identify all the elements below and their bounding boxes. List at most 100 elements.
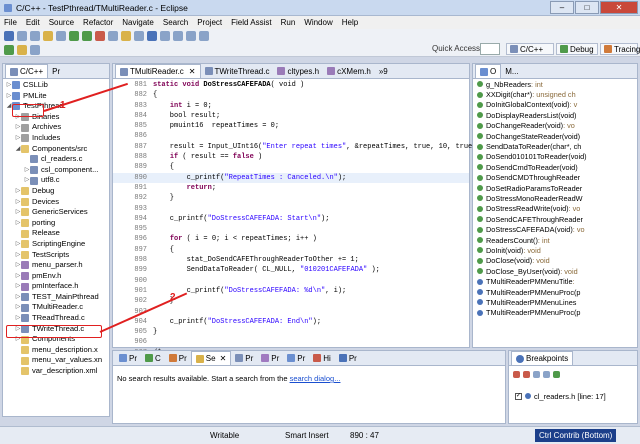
tab-project-explorer[interactable]: Pr (48, 64, 64, 78)
tree-item[interactable]: ▷ porting (3, 218, 109, 229)
menu-item[interactable]: Source (49, 18, 74, 27)
line-ruler[interactable] (113, 224, 121, 234)
tree-item[interactable]: ▷ csl_component... (3, 165, 109, 176)
outline-item[interactable]: DoClose_ByUser(void) : void (473, 266, 637, 276)
menu-item[interactable]: Field Assist (231, 18, 271, 27)
outline-item[interactable]: TMultiReaderPMMenuProc(p (473, 287, 637, 297)
new-icon[interactable] (4, 31, 14, 41)
line-ruler[interactable] (113, 234, 121, 244)
code-line[interactable]: 903 (113, 307, 469, 317)
outline-item[interactable]: DoStressReadWrite(void) : vo (473, 204, 637, 214)
line-ruler[interactable] (113, 193, 121, 203)
tree-item[interactable]: Release (3, 228, 109, 239)
line-ruler[interactable] (113, 276, 121, 286)
line-ruler[interactable] (113, 131, 121, 141)
breakpoint-checkbox[interactable]: ✓ (515, 392, 522, 400)
tree-item[interactable]: ▷ Includes (3, 133, 109, 144)
code-line[interactable]: 885 pmuint16 repeatTimes = 0; (113, 121, 469, 131)
tree-item[interactable]: ▷ TMultiReader.c (3, 302, 109, 313)
step-into-icon[interactable] (4, 45, 14, 55)
tree-item[interactable]: cl_readers.c (3, 154, 109, 165)
bottom-tab[interactable]: C (141, 351, 165, 365)
code-line[interactable]: 889 { (113, 162, 469, 172)
line-ruler[interactable] (113, 142, 121, 152)
tree-item[interactable]: ▷ utf8.c (3, 175, 109, 186)
menu-item[interactable]: Project (197, 18, 222, 27)
editor-tab[interactable]: cXMem.h (323, 64, 375, 78)
editor-tab[interactable]: cltypes.h (273, 64, 323, 78)
tree-item[interactable]: ▷ Archives (3, 122, 109, 133)
code-line[interactable]: 901 c_printf("DoStressCAFEFADA: %d\n", i… (113, 286, 469, 296)
code-line[interactable]: 891 return; (113, 183, 469, 193)
skip-all-icon[interactable] (553, 370, 560, 378)
debug-icon[interactable] (69, 31, 79, 41)
bottom-tab[interactable]: Pr (231, 351, 257, 365)
code-line[interactable]: 888 if ( result == false ) (113, 152, 469, 162)
menu-item[interactable]: Edit (26, 18, 40, 27)
code-line[interactable]: 894 c_printf("DoStressCAFEFADA: Start\n"… (113, 214, 469, 224)
line-ruler[interactable] (113, 255, 121, 265)
line-ruler[interactable] (113, 173, 121, 183)
bottom-tab[interactable]: Pr (165, 351, 191, 365)
perspective-tracing[interactable]: Tracing (600, 43, 640, 55)
search-icon[interactable] (134, 31, 144, 41)
code-line[interactable]: 895 (113, 224, 469, 234)
close-window-button[interactable]: ✕ (600, 1, 638, 14)
line-ruler[interactable] (113, 296, 121, 306)
line-ruler[interactable] (113, 121, 121, 131)
perspective-cpp[interactable]: C/C++ (506, 43, 554, 55)
outline-item[interactable]: DoChangeReader(void) : vo (473, 121, 637, 131)
tree-item[interactable]: ▷ ScriptingEngine (3, 239, 109, 250)
prev-annotation-icon[interactable] (160, 31, 170, 41)
line-ruler[interactable] (113, 152, 121, 162)
code-line[interactable]: 883 int i = 0; (113, 101, 469, 111)
tree-item[interactable]: var_description.xml (3, 366, 109, 377)
outline-item[interactable]: DoInitGlobalContext(void) : v (473, 100, 637, 110)
status-contrib-button[interactable]: Ctrl Contrib (Bottom) (535, 429, 617, 442)
code-line[interactable]: 898 stat_DoSendCAFEThroughReaderToOther … (113, 255, 469, 265)
tab-outline[interactable]: O (475, 64, 502, 78)
outline-item[interactable]: DoDisplayReadersList(void) (473, 110, 637, 120)
next-annotation-icon[interactable] (173, 31, 183, 41)
tree-item[interactable]: ◢ Components/src (3, 144, 109, 155)
line-ruler[interactable] (113, 111, 121, 121)
code-line[interactable]: 882 { (113, 90, 469, 100)
tree-item[interactable]: ▷ menu_parser.h (3, 260, 109, 271)
quick-access-field[interactable] (480, 43, 500, 55)
outline-item[interactable]: TMultiReaderPMMenuLines (473, 297, 637, 307)
run-icon[interactable] (82, 31, 92, 41)
menu-item[interactable]: Navigate (122, 18, 154, 27)
menu-item[interactable]: Refactor (83, 18, 113, 27)
line-ruler[interactable] (113, 183, 121, 193)
menu-item[interactable]: Window (304, 18, 332, 27)
code-line[interactable]: 881 static void DoStressCAFEFADA( void ) (113, 80, 469, 90)
back-icon[interactable] (186, 31, 196, 41)
open-type-icon[interactable] (121, 31, 131, 41)
line-ruler[interactable] (113, 214, 121, 224)
remove-all-icon[interactable] (523, 370, 530, 378)
step-over-icon[interactable] (17, 45, 27, 55)
editor-tab[interactable]: »9 (375, 64, 392, 78)
show-supported-icon[interactable] (533, 370, 540, 378)
tree-item[interactable]: menu_var_values.xn (3, 355, 109, 366)
perspective-debug[interactable]: Debug (556, 43, 598, 55)
new-class-icon[interactable] (108, 31, 118, 41)
outline-item[interactable]: XXDigit(char*) : unsigned ch (473, 89, 637, 99)
line-ruler[interactable] (113, 327, 121, 337)
code-line[interactable]: 905} (113, 327, 469, 337)
outline-item[interactable]: g_NbReaders : int (473, 79, 637, 89)
tab-breakpoints[interactable]: Breakpoints (511, 351, 574, 365)
bottom-tab[interactable]: Pr (115, 351, 141, 365)
outline-item[interactable]: DoSetRadioParamsToReader (473, 183, 637, 193)
outline-item[interactable]: SendDataToReader(char*, ch (473, 141, 637, 151)
line-ruler[interactable] (113, 265, 121, 275)
line-ruler[interactable] (113, 245, 121, 255)
tree-item[interactable]: ▷ TEST_MainPthread (3, 292, 109, 303)
bottom-tab[interactable]: Pr (257, 351, 283, 365)
breakpoint-item[interactable]: ✓ cl_readers.h [line: 17] (509, 380, 637, 401)
code-line[interactable]: 900 (113, 276, 469, 286)
minimize-button[interactable]: – (550, 1, 574, 14)
outline-item[interactable]: ReadersCount() : int (473, 235, 637, 245)
menu-item[interactable]: File (4, 18, 17, 27)
build-config-icon[interactable] (56, 31, 66, 41)
